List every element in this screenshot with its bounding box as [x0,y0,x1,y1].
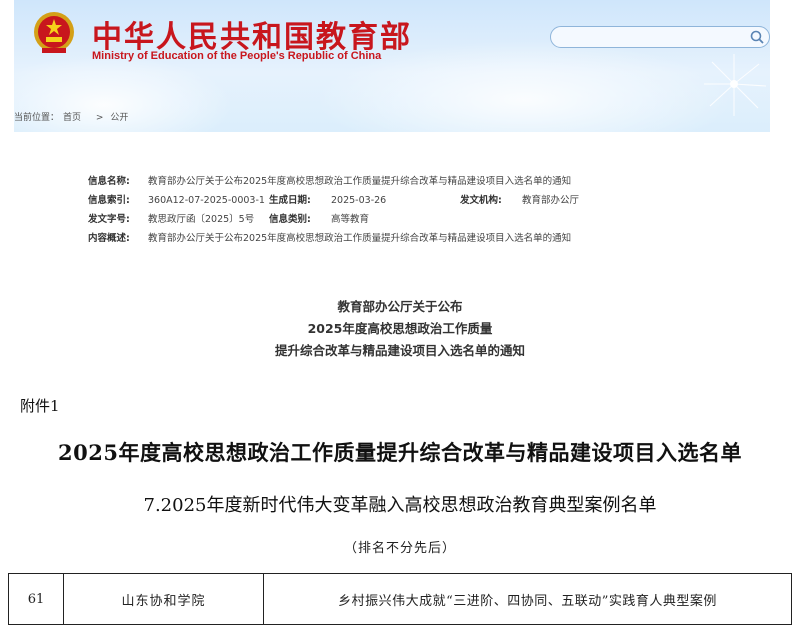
breadcrumb: 当前位置： 首页 > 公开 [14,110,132,123]
info-row-name: 信息名称: 教育部办公厅关于公布2025年度高校思想政治工作质量提升综合改革与精… [88,172,728,191]
breadcrumb-label: 当前位置： [14,113,60,123]
info-label: 内容概述: [88,233,130,244]
search-icon[interactable] [749,29,765,45]
info-row-index: 信息索引: 360A12-07-2025-0003-1 生成日期: 2025-0… [88,191,728,210]
document-subtitle: 7.2025年度新时代伟大变革融入高校思想政治教育典型案例名单 [143,495,657,516]
notice-title: 教育部办公厅关于公布 2025年度高校思想政治工作质量 提升综合改革与精品建设项… [0,296,800,362]
breadcrumb-separator: > [95,113,104,123]
school-name: 山东协和学院 [64,574,264,624]
site-subtitle: Ministry of Education of the People's Re… [92,50,382,62]
info-label: 生成日期: [269,195,311,206]
info-label: 发文字号: [88,214,130,225]
info-label: 发文机构: [460,195,502,206]
info-value: 教育部办公厅 [522,195,580,206]
info-row-docno: 发文字号: 教思政厅函〔2025〕5号 信息类别: 高等教育 [88,210,728,229]
search-input[interactable] [550,26,770,48]
ranking-note: （排名不分先后） [343,541,456,556]
attachment-label: 附件1 [20,397,60,415]
site-header: 中华人民共和国教育部 Ministry of Education of the … [14,0,770,132]
info-label: 信息索引: [88,195,130,206]
document-title: 2025年度高校思想政治工作质量提升综合改革与精品建设项目入选名单 [58,440,742,465]
breadcrumb-home-link[interactable]: 首页 [63,113,81,123]
notice-title-line: 提升综合改革与精品建设项目入选名单的通知 [274,343,525,358]
info-value: 360A12-07-2025-0003-1 [148,195,265,206]
info-value: 教育部办公厅关于公布2025年度高校思想政治工作质量提升综合改革与精品建设项目入… [148,176,572,187]
table-row: 61 山东协和学院 乡村振兴伟大成就“三进阶、四协同、五联动”实践育人典型案例 [8,573,792,625]
notice-title-line: 教育部办公厅关于公布 [337,299,463,314]
info-row-summary: 内容概述: 教育部办公厅关于公布2025年度高校思想政治工作质量提升综合改革与精… [88,229,728,248]
case-name: 乡村振兴伟大成就“三进阶、四协同、五联动”实践育人典型案例 [338,593,717,609]
dandelion-decoration-icon [704,54,767,116]
info-value: 教育部办公厅关于公布2025年度高校思想政治工作质量提升综合改革与精品建设项目入… [148,233,572,244]
info-label: 信息类别: [269,214,311,225]
info-table: 信息名称: 教育部办公厅关于公布2025年度高校思想政治工作质量提升综合改革与精… [88,172,728,248]
row-number: 61 [9,574,64,624]
national-emblem-icon[interactable] [32,10,76,56]
info-value: 教思政厅函〔2025〕5号 [148,214,255,225]
breadcrumb-public-link[interactable]: 公开 [110,113,128,123]
info-label: 信息名称: [88,176,130,187]
notice-title-line: 2025年度高校思想政治工作质量 [307,321,493,336]
info-value: 高等教育 [331,214,370,225]
info-value: 2025-03-26 [331,195,387,206]
